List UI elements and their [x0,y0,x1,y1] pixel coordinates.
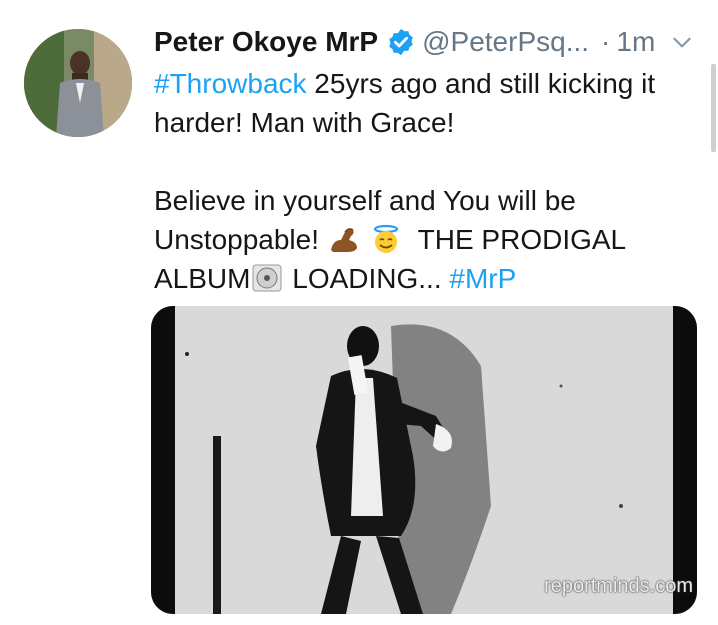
tweet-text: #Throwback 25yrs ago and still kicking i… [154,64,702,298]
flexed-biceps-emoji [330,228,357,252]
halo-smile-emoji [373,224,398,253]
verified-badge-icon [389,28,413,56]
tweet-header: Peter Okoye MrP @PeterPsq... · 1m [154,22,702,62]
user-handle[interactable]: @PeterPsq... [422,26,589,58]
hashtag-mrp[interactable]: #MrP [449,263,516,294]
separator-dot: · [601,26,611,57]
chevron-down-icon[interactable] [669,29,695,55]
tweet-text-line-2c: LOADING... [284,263,450,294]
scrollbar[interactable] [711,64,716,152]
disc-emoji [252,264,282,292]
black-white-photo [151,306,697,614]
avatar[interactable] [24,29,132,137]
hashtag-throwback[interactable]: #Throwback [154,68,307,99]
avatar-photo [24,29,132,137]
tweet-media-photo[interactable]: reportminds.com [151,306,697,614]
display-name[interactable]: Peter Okoye MrP [154,26,378,58]
timestamp[interactable]: 1m [616,26,655,58]
watermark: reportminds.com [544,575,693,597]
tweet-content: Peter Okoye MrP @PeterPsq... · 1m #Throw… [154,22,702,298]
